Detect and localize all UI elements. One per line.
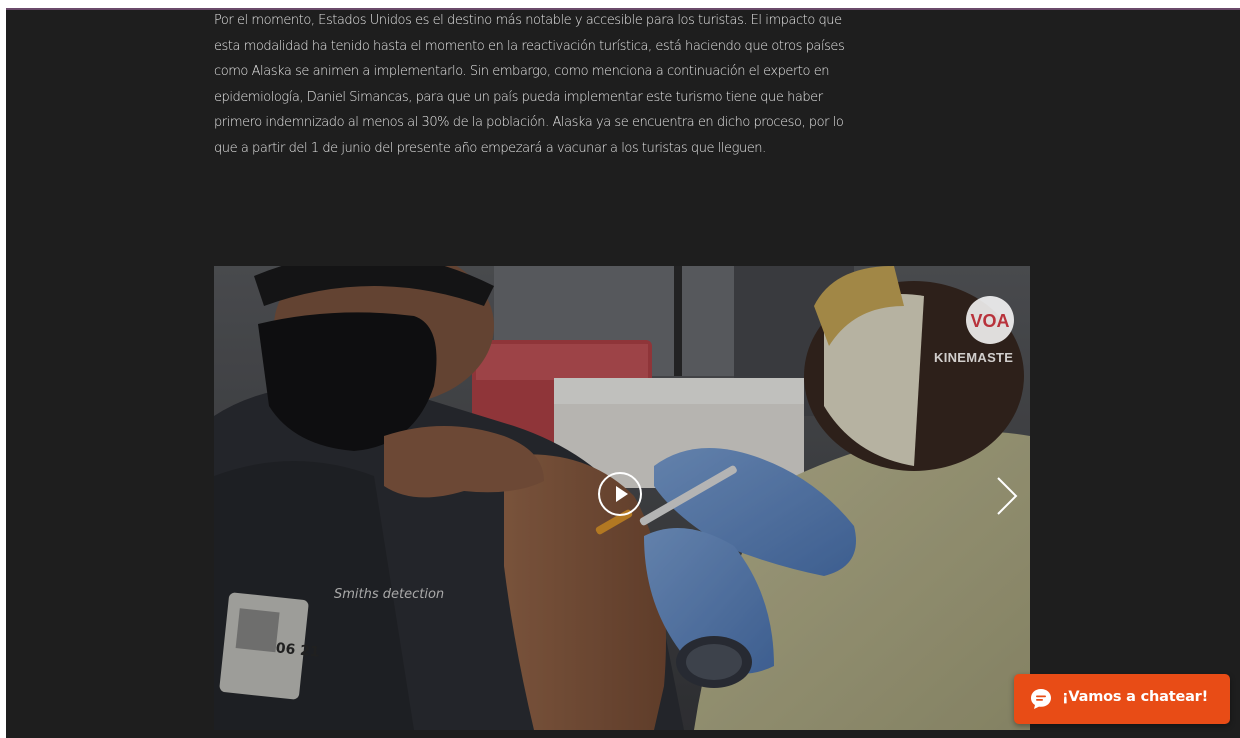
article-line: que a partir del 1 de junio del presente… xyxy=(214,140,766,156)
chat-button-label: ¡Vamos a chatear! xyxy=(1062,689,1209,705)
kinemaster-watermark: KINEMASTE xyxy=(934,350,1014,365)
chat-bubble-icon xyxy=(1031,689,1051,709)
article-line: epidemiología, Daniel Simancas, para que… xyxy=(214,89,823,105)
voa-logo: VOA xyxy=(966,296,1014,344)
next-slide-button[interactable] xyxy=(994,476,1020,516)
chevron-right-icon xyxy=(997,477,1018,515)
article-line: esta modalidad ha tenido hasta el moment… xyxy=(214,38,845,54)
article-line: primero indemnizado al menos al 30% de l… xyxy=(214,115,844,131)
article-line: como Alaska se animen a implementarlo. S… xyxy=(214,64,830,80)
logo-text: VOA xyxy=(970,311,1009,331)
article-paragraph: Por el momento, Estados Unidos es el des… xyxy=(214,8,894,162)
article-line: Por el momento, Estados Unidos es el des… xyxy=(214,13,842,28)
chat-button[interactable]: ¡Vamos a chatear! xyxy=(1014,674,1230,724)
video-player[interactable]: Smiths detection 06 21 VOA KINEMASTE xyxy=(214,266,1030,730)
play-button[interactable] xyxy=(598,472,642,516)
play-circle-icon xyxy=(616,486,628,502)
